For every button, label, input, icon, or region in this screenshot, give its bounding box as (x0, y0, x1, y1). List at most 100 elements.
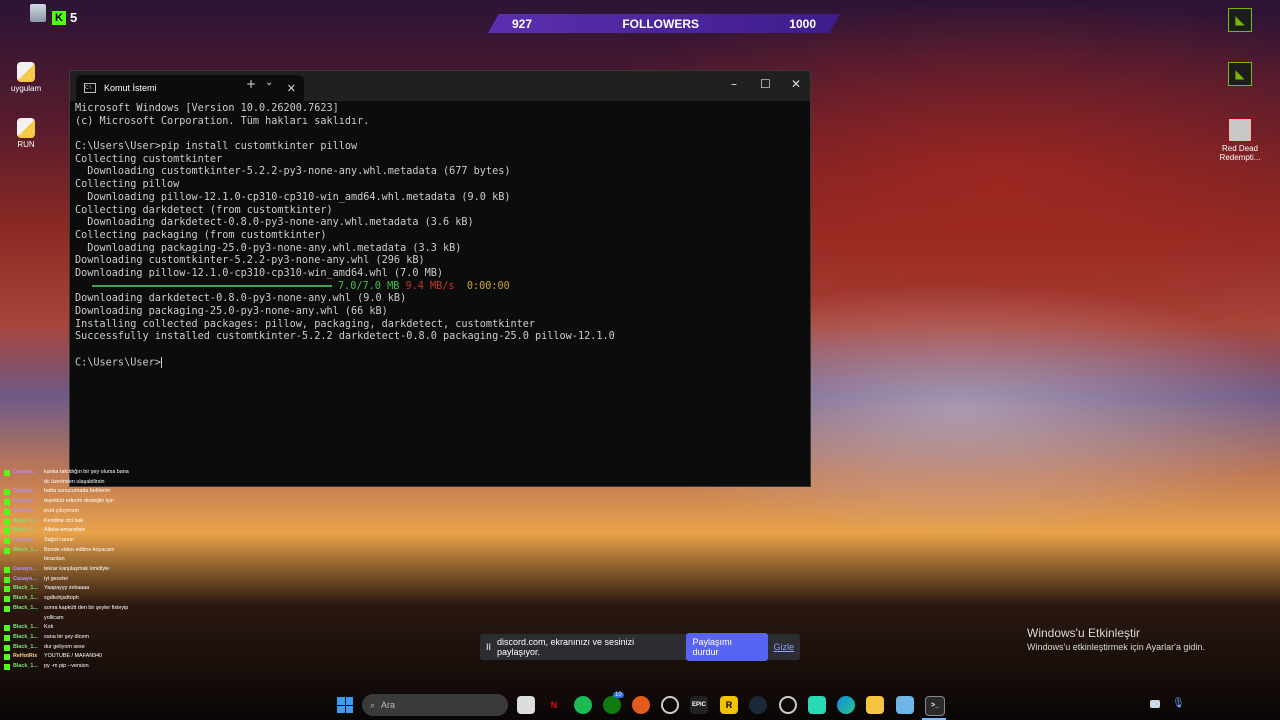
chat-username: Black_1... (13, 604, 38, 611)
tab-dropdown-button[interactable]: ⌄ (265, 77, 273, 88)
text-cursor (160, 356, 162, 368)
kick-badge-icon (4, 508, 10, 515)
terminal-titlebar[interactable]: C:\ Komut İstemi ✕ + ⌄ – ☐ ✕ (70, 71, 810, 101)
terminal-window[interactable]: C:\ Komut İstemi ✕ + ⌄ – ☐ ✕ Microsoft W… (69, 70, 811, 487)
terminal-taskbar-icon[interactable]: >_ (925, 696, 945, 716)
kick-badge-icon (4, 499, 10, 506)
microphone-icon[interactable]: 🎙 (1172, 698, 1185, 709)
photos-icon[interactable] (896, 696, 914, 714)
game-shortcut-icon (1228, 118, 1252, 142)
kick-badge-icon (4, 644, 10, 651)
tab-close-icon[interactable]: ✕ (287, 82, 296, 95)
minimize-button[interactable]: – (731, 77, 737, 91)
chat-message: Black_1... Kendine cici bak (4, 517, 134, 527)
file-manager-icon[interactable] (517, 696, 535, 714)
new-tab-button[interactable]: + (246, 77, 256, 91)
kick-badge-icon (4, 625, 10, 632)
desktop-icon-nvidia-app[interactable]: ◣ (1214, 62, 1266, 86)
followers-goal-widget: 927 FOLLOWERS 1000 (488, 14, 840, 33)
progress-bar (92, 284, 332, 287)
console-line: Downloading pillow-12.1.0-cp310-cp310-wi… (75, 191, 511, 203)
share-text: discord.com, ekranınızı ve sesinizi payl… (497, 637, 635, 657)
app-icon[interactable] (779, 696, 797, 714)
kick-badge-icon (4, 664, 10, 671)
chat-username: Casayo... (13, 498, 37, 505)
followers-current: 927 (512, 16, 533, 31)
desktop-icon-label: Red Dead Redempti... (1219, 144, 1261, 162)
kick-badge-icon (4, 528, 10, 535)
stream-chat-overlay: Casayo... kanka takıldığın bir şey olursa… (4, 468, 134, 672)
desktop-icon-red-dead[interactable]: Red Dead Redempti... (1214, 118, 1266, 162)
chat-message: Casayo... kanka takıldığın bir şey olursa… (4, 468, 134, 487)
desktop-icon-nvidia[interactable]: ◣ (1214, 8, 1266, 32)
chat-message: ReHotRix YOUTUBE / MAFAN940 (4, 652, 134, 662)
rockstar-icon[interactable]: R (720, 696, 738, 714)
console-line: C:\Users\User> (75, 356, 162, 369)
console-line: Downloading packaging-25.0-py3-none-any.… (75, 242, 462, 254)
chat-message: Casayo... iyi geceler (4, 575, 134, 585)
console-line: Microsoft Windows [Version 10.0.26200.76… (75, 103, 339, 114)
nvidia-icon: ◣ (1228, 8, 1252, 32)
chat-message: Black_1... Yaapayyy zekaaaa (4, 584, 134, 594)
kick-badge-icon (4, 576, 10, 583)
spotify-icon[interactable] (574, 696, 592, 714)
chat-text: Bende video editine koyacam birazdan (44, 546, 115, 563)
app-icon[interactable] (808, 696, 826, 714)
console-line: Collecting packaging (from customtkinter… (75, 229, 327, 241)
obs-icon[interactable] (661, 696, 679, 714)
file-explorer-icon[interactable] (866, 696, 884, 714)
pause-icon[interactable]: II (486, 642, 491, 652)
chat-message: Black_1... dur geliyom sese (4, 643, 134, 653)
console-line: Downloading pillow-12.1.0-cp310-cp310-wi… (75, 267, 444, 279)
hide-button[interactable]: Gizle (774, 642, 795, 652)
console-line: Downloading customtkinter-5.2.2-py3-none… (75, 166, 511, 178)
chat-text: py -m pip --version (44, 663, 89, 670)
chat-message: Casayo... hatta sunucumada beklerim (4, 487, 134, 497)
chat-text: dur geliyom sese (44, 643, 85, 650)
chat-text: Kok (44, 624, 54, 631)
chat-message: Black_1... Allaha emanetsin (4, 526, 134, 536)
terminal-output[interactable]: Microsoft Windows [Version 10.0.26200.76… (75, 103, 802, 369)
search-placeholder: Ara (381, 700, 396, 710)
desktop-icon-uygulam[interactable]: uygulam (0, 62, 56, 93)
console-line: Downloading darkdetect-0.8.0-py3-none-an… (75, 293, 407, 305)
epic-games-icon[interactable]: EPIC (690, 696, 708, 714)
origin-icon[interactable] (632, 696, 650, 714)
chat-username: Casayo... (13, 469, 37, 475)
desktop-icon-label: uygulam (10, 84, 42, 93)
kick-badge-icon (4, 634, 10, 641)
chat-username: Casayo... (13, 566, 37, 573)
desktop-icon-run[interactable]: RUN (0, 118, 56, 149)
network-icon[interactable] (1150, 700, 1160, 708)
xbox-icon[interactable] (603, 696, 621, 714)
start-button[interactable] (337, 697, 353, 713)
stop-sharing-button[interactable]: Paylaşımı durdur (685, 633, 768, 661)
chat-message: Black_1... Bende video editine koyacam bi… (4, 546, 134, 565)
kick-badge-icon (4, 547, 10, 554)
chat-message: Casayo... tekrar karşılaşmak ümidiyle (4, 565, 134, 575)
chat-username: Black_1... (13, 595, 38, 602)
console-line: Downloading packaging-25.0-py3-none-any.… (75, 306, 388, 317)
chat-text: YOUTUBE / MAFAN940 (44, 653, 103, 660)
taskbar: ⌕ Ara N 10 EPIC R >_ 🎙 (0, 690, 1280, 720)
chat-text: sgdkohjsdtoph (44, 595, 79, 602)
chat-username: Black_1... (13, 643, 38, 650)
maximize-button[interactable]: ☐ (760, 77, 771, 91)
edge-icon[interactable] (837, 696, 855, 714)
kick-badge-icon (4, 596, 10, 603)
chat-username: Casayo... (13, 507, 37, 514)
kick-badge-icon (4, 470, 10, 476)
taskbar-search[interactable]: ⌕ Ara (362, 694, 508, 716)
netflix-icon[interactable]: N (545, 696, 563, 714)
chat-username: Black_1... (13, 517, 38, 524)
kick-logo-icon: K (52, 10, 66, 25)
console-line: Collecting darkdetect (from customtkinte… (75, 204, 333, 216)
followers-label: FOLLOWERS (622, 16, 699, 31)
kick-badge-icon (4, 654, 10, 661)
windows-activation-watermark: Windows'u Etkinleştir Windows'u etkinleş… (1027, 626, 1205, 652)
python-script-icon (17, 118, 35, 138)
kick-count: 5 (70, 10, 78, 25)
close-button[interactable]: ✕ (791, 77, 801, 91)
steam-icon[interactable] (749, 696, 767, 714)
